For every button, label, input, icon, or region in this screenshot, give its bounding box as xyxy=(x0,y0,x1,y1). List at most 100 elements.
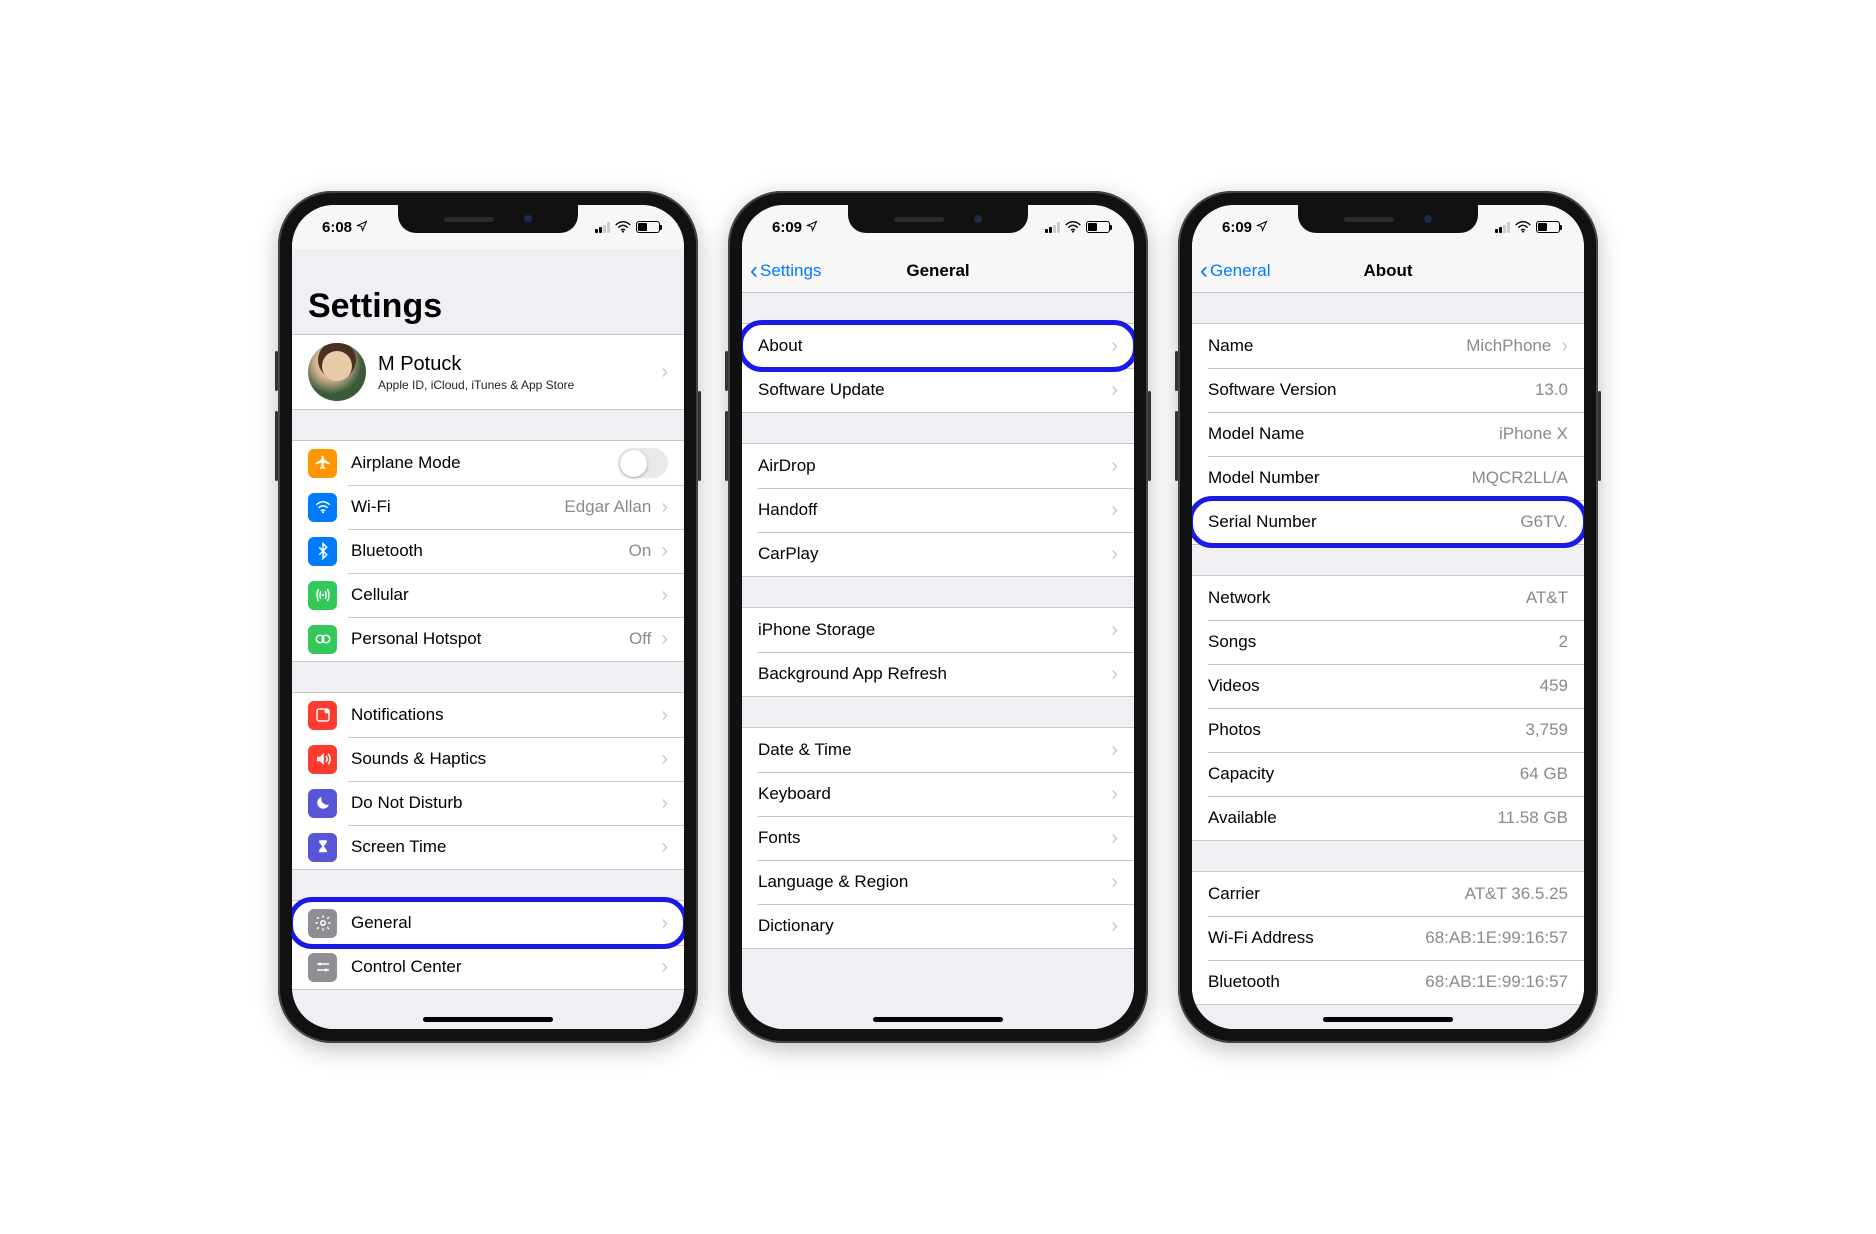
row-label: Control Center xyxy=(351,957,462,977)
row-label: Notifications xyxy=(351,705,444,725)
clock: 6:09 xyxy=(772,219,802,236)
row-software-update[interactable]: Software Update› xyxy=(742,368,1134,412)
row-label: Network xyxy=(1208,588,1270,608)
row-notifications[interactable]: Notifications › xyxy=(292,693,684,737)
back-button[interactable]: ‹ General xyxy=(1192,259,1270,283)
notif-icon xyxy=(308,701,337,730)
row-iphone-storage[interactable]: iPhone Storage › xyxy=(742,608,1134,652)
hourglass-icon xyxy=(308,833,337,862)
home-indicator[interactable] xyxy=(873,1017,1003,1022)
chevron-right-icon: › xyxy=(661,496,668,519)
cell-signal-icon xyxy=(1495,222,1510,233)
row-control-center[interactable]: Control Center› xyxy=(292,945,684,989)
row-value: 68:AB:1E:99:16:57 xyxy=(1425,972,1568,992)
row-serial-number: Serial NumberG6TV. xyxy=(1192,500,1584,544)
row-fonts[interactable]: Fonts› xyxy=(742,816,1134,860)
row-value: Edgar Allan xyxy=(564,497,651,517)
profile-row[interactable]: M Potuck Apple ID, iCloud, iTunes & App … xyxy=(292,335,684,409)
row-bluetooth: Bluetooth 68:AB:1E:99:16:57 xyxy=(1192,960,1584,1004)
row-label: Software Update xyxy=(758,380,885,400)
chevron-right-icon: › xyxy=(1111,871,1118,894)
row-label: Bluetooth xyxy=(1208,972,1280,992)
row-label: Wi-Fi xyxy=(351,497,391,517)
chevron-right-icon: › xyxy=(661,704,668,727)
row-label: AirDrop xyxy=(758,456,816,476)
chevron-right-icon: › xyxy=(1111,619,1118,642)
row-keyboard[interactable]: Keyboard › xyxy=(742,772,1134,816)
row-value: AT&T 36.5.25 xyxy=(1465,884,1568,904)
chevron-right-icon: › xyxy=(661,584,668,607)
row-language-region[interactable]: Language & Region › xyxy=(742,860,1134,904)
row-airdrop[interactable]: AirDrop › xyxy=(742,444,1134,488)
row-label: Background App Refresh xyxy=(758,664,947,684)
row-label: Dictionary xyxy=(758,916,834,936)
chevron-right-icon: › xyxy=(1111,455,1118,478)
avatar xyxy=(308,343,366,401)
row-value: 11.58 GB xyxy=(1497,808,1568,828)
row-about[interactable]: About› xyxy=(742,324,1134,368)
row-label: Handoff xyxy=(758,500,817,520)
row-songs: Songs2 xyxy=(1192,620,1584,664)
row-value: 68:AB:1E:99:16:57 xyxy=(1425,928,1568,948)
row-label: Model Name xyxy=(1208,424,1304,444)
row-handoff[interactable]: Handoff› xyxy=(742,488,1134,532)
battery-icon xyxy=(636,221,660,233)
row-dictionary[interactable]: Dictionary› xyxy=(742,904,1134,948)
row-capacity: Capacity64 GB xyxy=(1192,752,1584,796)
wifi-icon xyxy=(308,493,337,522)
row-label: iPhone Storage xyxy=(758,620,875,640)
notch xyxy=(1298,205,1478,233)
row-label: Keyboard xyxy=(758,784,831,804)
row-carrier: CarrierAT&T 36.5.25 xyxy=(1192,872,1584,916)
home-indicator[interactable] xyxy=(423,1017,553,1022)
battery-icon xyxy=(1536,221,1560,233)
row-date-time[interactable]: Date & Time › xyxy=(742,728,1134,772)
row-do-not-disturb[interactable]: Do Not Disturb › xyxy=(292,781,684,825)
hotspot-icon xyxy=(308,625,337,654)
clock: 6:09 xyxy=(1222,219,1252,236)
profile-subtitle: Apple ID, iCloud, iTunes & App Store xyxy=(378,378,574,392)
back-label: General xyxy=(1210,261,1270,281)
row-wi-fi-address: Wi-Fi Address68:AB:1E:99:16:57 xyxy=(1192,916,1584,960)
row-label: Airplane Mode xyxy=(351,453,461,473)
row-label: Date & Time xyxy=(758,740,852,760)
row-label: Do Not Disturb xyxy=(351,793,462,813)
wifi-icon xyxy=(615,221,631,233)
row-name[interactable]: NameMichPhone› xyxy=(1192,324,1584,368)
chevron-right-icon: › xyxy=(1111,827,1118,850)
cell-signal-icon xyxy=(1045,222,1060,233)
row-personal-hotspot[interactable]: Personal HotspotOff› xyxy=(292,617,684,661)
toggle-switch[interactable] xyxy=(618,448,668,478)
row-value: On xyxy=(629,541,652,561)
row-label: Language & Region xyxy=(758,872,908,892)
notch xyxy=(398,205,578,233)
row-cellular[interactable]: Cellular › xyxy=(292,573,684,617)
row-bluetooth[interactable]: BluetoothOn› xyxy=(292,529,684,573)
row-airplane-mode[interactable]: Airplane Mode xyxy=(292,441,684,485)
chevron-right-icon: › xyxy=(1111,663,1118,686)
row-sounds-haptics[interactable]: Sounds & Haptics› xyxy=(292,737,684,781)
row-value: MQCR2LL/A xyxy=(1472,468,1568,488)
row-carplay[interactable]: CarPlay› xyxy=(742,532,1134,576)
chevron-left-icon: ‹ xyxy=(1200,259,1208,283)
row-wi-fi[interactable]: Wi-Fi Edgar Allan › xyxy=(292,485,684,529)
chevron-right-icon: › xyxy=(1111,335,1118,358)
chevron-right-icon: › xyxy=(1111,739,1118,762)
chevron-right-icon: › xyxy=(661,748,668,771)
row-software-version: Software Version13.0 xyxy=(1192,368,1584,412)
row-available: Available 11.58 GB xyxy=(1192,796,1584,840)
row-background-app-refresh[interactable]: Background App Refresh › xyxy=(742,652,1134,696)
back-button[interactable]: ‹ Settings xyxy=(742,259,821,283)
home-indicator[interactable] xyxy=(1323,1017,1453,1022)
row-general[interactable]: General› xyxy=(292,901,684,945)
row-label: General xyxy=(351,913,411,933)
row-value: G6TV. xyxy=(1520,512,1568,532)
chevron-right-icon: › xyxy=(1111,783,1118,806)
row-label: Personal Hotspot xyxy=(351,629,481,649)
chevron-right-icon: › xyxy=(661,792,668,815)
row-model-number: Model NumberMQCR2LL/A xyxy=(1192,456,1584,500)
nav-title: General xyxy=(906,261,969,281)
row-screen-time[interactable]: Screen Time› xyxy=(292,825,684,869)
row-label: Available xyxy=(1208,808,1277,828)
row-label: Cellular xyxy=(351,585,409,605)
